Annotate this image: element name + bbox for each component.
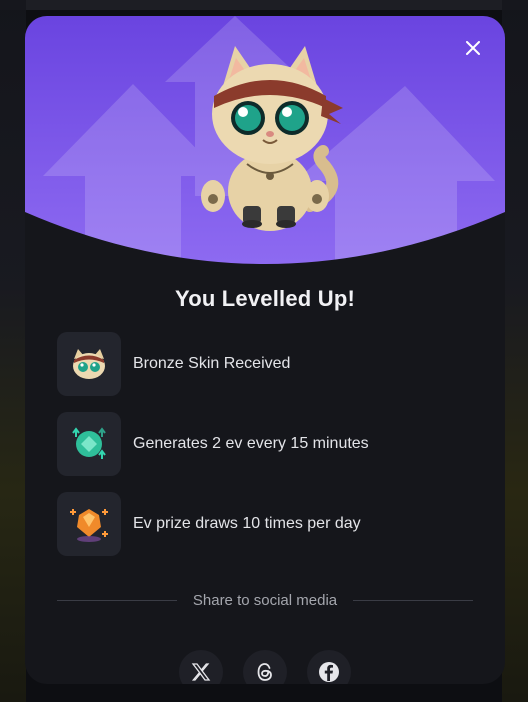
- close-button[interactable]: [461, 36, 485, 60]
- perk-text: Bronze Skin Received: [133, 355, 291, 372]
- background-right: [502, 0, 528, 702]
- divider-line: [353, 599, 473, 601]
- share-threads-button[interactable]: [243, 650, 287, 684]
- hero-banner: [25, 16, 505, 264]
- perk-icon-tile: [57, 492, 121, 556]
- bronze-skin-cat-icon: [73, 349, 105, 379]
- perk-icon-tile: [57, 412, 121, 476]
- perk-item-skin: Bronze Skin Received: [57, 332, 477, 396]
- share-label: Share to social media: [192, 591, 338, 609]
- share-divider: Share to social media: [57, 590, 473, 610]
- modal-title: You Levelled Up!: [174, 286, 356, 311]
- x-twitter-icon: [191, 663, 211, 681]
- share-x-button[interactable]: [179, 650, 223, 684]
- prize-gem-icon: [70, 509, 108, 542]
- perk-text: Generates 2 ev every 15 minutes: [133, 435, 369, 452]
- divider-line: [57, 599, 177, 601]
- perk-item-prize: Ev prize draws 10 times per day: [57, 492, 477, 556]
- threads-icon: [257, 663, 272, 681]
- level-up-modal: You Levelled Up! Bronze Skin Received Ge…: [25, 16, 505, 684]
- background-left: [0, 0, 26, 702]
- facebook-icon: [319, 662, 339, 682]
- perk-icon-tile: [57, 332, 121, 396]
- share-facebook-button[interactable]: [307, 650, 351, 684]
- perk-item-generation: Generates 2 ev every 15 minutes: [57, 412, 477, 476]
- close-icon: [466, 41, 480, 55]
- social-buttons: [25, 650, 505, 684]
- green-gem-shield-icon: [72, 427, 106, 459]
- background-top: [0, 0, 528, 10]
- perk-text: Ev prize draws 10 times per day: [133, 515, 361, 532]
